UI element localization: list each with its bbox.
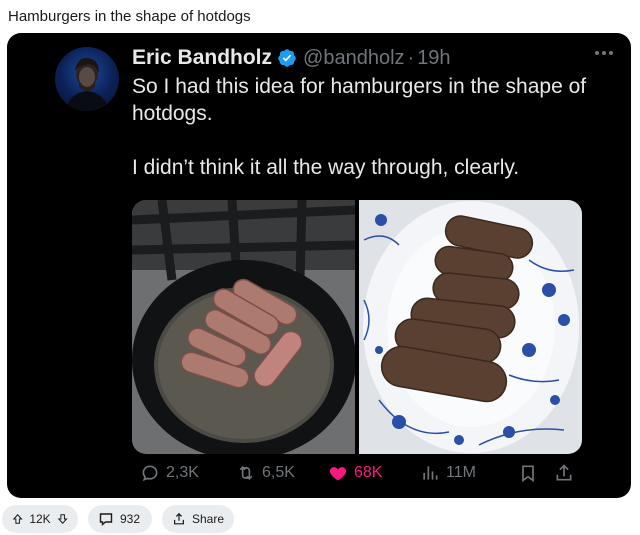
share-label: Share [191, 512, 224, 526]
downvote-arrow-icon[interactable] [57, 511, 68, 527]
separator-dot: · [407, 46, 415, 69]
reply-count: 2,3K [166, 464, 199, 481]
bookmark-icon [522, 465, 534, 483]
photo-plate[interactable] [359, 200, 582, 454]
avatar[interactable] [55, 47, 119, 111]
share-upload-icon [556, 464, 572, 481]
reddit-share-button[interactable]: Share [162, 505, 234, 533]
tweet-media[interactable] [132, 200, 582, 454]
tweet-actions: 2,3K 6,5K 68K 11M [132, 463, 582, 487]
share-button[interactable] [554, 463, 574, 483]
repost-icon [239, 465, 253, 481]
upvote-arrow-icon[interactable] [12, 511, 23, 527]
more-options-icon[interactable] [595, 51, 613, 55]
comment-count: 932 [120, 512, 141, 526]
comment-bubble-icon [99, 513, 113, 526]
repost-count: 6,5K [262, 464, 295, 481]
vote-pill: 12K [2, 505, 78, 533]
vote-count: 12K [29, 512, 51, 526]
reddit-action-bar: 12K 932 Share [0, 503, 640, 535]
reply-icon [142, 465, 158, 482]
verified-badge-icon [278, 49, 296, 67]
share-icon [174, 512, 184, 525]
views-chart-icon [423, 466, 438, 480]
views-count: 11M [446, 464, 476, 481]
comments-button[interactable]: 932 [88, 505, 152, 533]
tweet-header: Eric Bandholz @bandholz · 19h [132, 43, 451, 73]
views-button[interactable]: 11M [420, 463, 476, 483]
tweet-time[interactable]: 19h [417, 47, 450, 70]
tweet-card[interactable]: Eric Bandholz @bandholz · 19h So I had t… [7, 33, 631, 498]
avatar-image [65, 57, 109, 111]
tweet-text: So I had this idea for hamburgers in the… [132, 73, 592, 181]
reply-button[interactable]: 2,3K [140, 463, 199, 483]
post-title: Hamburgers in the shape of hotdogs [8, 8, 251, 25]
heart-icon [329, 467, 347, 481]
author-handle[interactable]: @bandholz [303, 47, 404, 70]
tweet-text-line2: I didn’t think it all the way through, c… [132, 156, 520, 179]
like-button[interactable]: 68K [328, 463, 382, 483]
photo-skillet[interactable] [132, 200, 355, 454]
author-name[interactable]: Eric Bandholz [132, 46, 272, 70]
tweet-text-line1: So I had this idea for hamburgers in the… [132, 75, 587, 125]
bookmark-button[interactable] [518, 463, 538, 483]
like-count: 68K [354, 464, 383, 481]
repost-button[interactable]: 6,5K [236, 463, 295, 483]
